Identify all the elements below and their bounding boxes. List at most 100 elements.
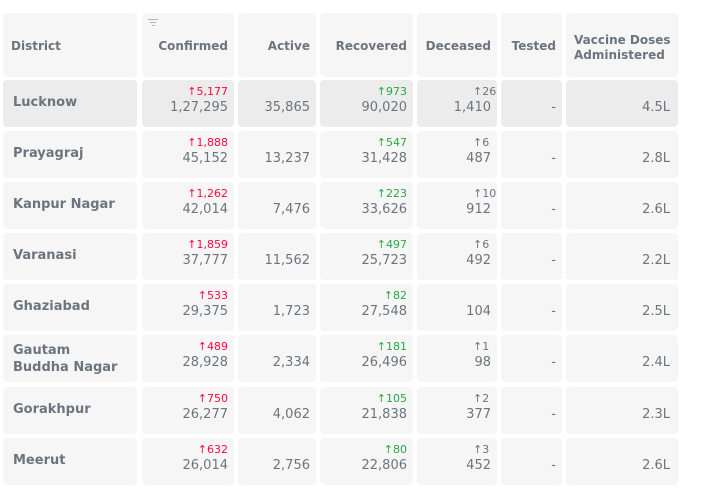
header-district-label: District	[11, 39, 61, 53]
vaccine-value: 2.6L	[642, 458, 670, 473]
tested-value: -	[551, 355, 556, 370]
district-cell[interactable]: Gautam Buddha Nagar	[3, 335, 137, 382]
confirmed-value: 1,27,295	[170, 100, 228, 115]
district-cell[interactable]: Kanpur Nagar	[3, 182, 137, 229]
tested-cell: -	[501, 284, 562, 331]
confirmed-delta: ↑5,177	[187, 85, 228, 98]
header-tested-label: Tested	[511, 39, 556, 53]
deceased-delta: ↑26	[473, 85, 497, 98]
recovered-delta: ↑82	[383, 289, 407, 302]
confirmed-value: 28,928	[182, 355, 229, 370]
recovered-delta: ↑497	[376, 238, 407, 251]
active-cell: 35,865	[238, 80, 316, 127]
recovered-value: 33,626	[361, 202, 408, 217]
vaccine-cell: 4.5L	[566, 80, 678, 127]
district-cell[interactable]: Varanasi	[3, 233, 137, 280]
confirmed-cell: ↑489 28,928	[142, 335, 234, 382]
deceased-value: 98	[474, 355, 491, 370]
district-cell[interactable]: Prayagraj	[3, 131, 137, 178]
active-value: 2,756	[272, 458, 310, 473]
district-name: Kanpur Nagar	[13, 197, 115, 212]
sort-icon[interactable]	[148, 19, 158, 27]
recovered-cell: ↑181 26,496	[320, 335, 413, 382]
vaccine-value: 2.2L	[642, 253, 670, 268]
active-cell: 11,562	[238, 233, 316, 280]
recovered-cell: ↑547 31,428	[320, 131, 413, 178]
header-tested[interactable]: Tested	[501, 13, 562, 77]
confirmed-cell: ↑1,888 45,152	[142, 131, 234, 178]
district-cell[interactable]: Gorakhpur	[3, 387, 137, 434]
district-name: Lucknow	[13, 95, 78, 110]
deceased-value: 487	[466, 151, 491, 166]
vaccine-value: 2.3L	[642, 407, 670, 422]
confirmed-cell: ↑5,177 1,27,295	[142, 80, 234, 127]
header-vaccine[interactable]: Vaccine Doses Administered	[566, 13, 678, 77]
confirmed-delta: ↑1,888	[187, 136, 228, 149]
vaccine-value: 2.8L	[642, 151, 670, 166]
district-cell[interactable]: Ghaziabad	[3, 284, 137, 331]
district-name: Gautam	[13, 343, 71, 358]
tested-cell: -	[501, 335, 562, 382]
recovered-delta: ↑973	[376, 85, 407, 98]
district-cell[interactable]: Lucknow	[3, 80, 137, 127]
vaccine-cell: 2.5L	[566, 284, 678, 331]
header-recovered[interactable]: Recovered	[320, 13, 413, 77]
district-name: Ghaziabad	[13, 299, 90, 314]
confirmed-cell: ↑1,859 37,777	[142, 233, 234, 280]
district-name: Gorakhpur	[13, 402, 91, 417]
vaccine-value: 2.4L	[642, 355, 670, 370]
deceased-value: 492	[466, 253, 491, 268]
deceased-value: 452	[466, 458, 491, 473]
active-value: 35,865	[264, 100, 311, 115]
deceased-delta: ↑6	[473, 238, 490, 251]
header-active[interactable]: Active	[238, 13, 316, 77]
header-vaccine-label-1: Vaccine Doses	[574, 33, 671, 47]
recovered-delta: ↑80	[383, 443, 407, 456]
tested-cell: -	[501, 182, 562, 229]
confirmed-value: 37,777	[182, 253, 229, 268]
recovered-cell: ↑223 33,626	[320, 182, 413, 229]
vaccine-value: 4.5L	[642, 100, 670, 115]
deceased-delta: ↑3	[473, 443, 490, 456]
district-name-line2: Buddha Nagar	[13, 360, 118, 375]
tested-cell: -	[501, 233, 562, 280]
tested-cell: -	[501, 80, 562, 127]
tested-value: -	[551, 202, 556, 217]
header-deceased-label: Deceased	[425, 39, 491, 53]
deceased-cell: 104	[417, 284, 497, 331]
deceased-value: 377	[466, 407, 491, 422]
district-cell[interactable]: Meerut	[3, 438, 137, 485]
deceased-cell: ↑3 452	[417, 438, 497, 485]
tested-cell: -	[501, 131, 562, 178]
confirmed-delta: ↑1,262	[187, 187, 228, 200]
recovered-delta: ↑223	[376, 187, 407, 200]
deceased-delta: ↑1	[473, 340, 490, 353]
recovered-delta: ↑105	[376, 392, 407, 405]
confirmed-value: 26,014	[182, 458, 229, 473]
header-confirmed-label: Confirmed	[158, 39, 228, 53]
recovered-value: 90,020	[361, 100, 408, 115]
header-deceased[interactable]: Deceased	[417, 13, 497, 77]
deceased-cell: ↑10 912	[417, 182, 497, 229]
deceased-delta: ↑6	[473, 136, 490, 149]
tested-value: -	[551, 253, 556, 268]
confirmed-cell: ↑750 26,277	[142, 387, 234, 434]
header-district[interactable]: District	[3, 13, 137, 77]
deceased-value: 104	[466, 304, 491, 319]
deceased-cell: ↑6 492	[417, 233, 497, 280]
active-cell: 2,756	[238, 438, 316, 485]
district-name: Prayagraj	[13, 146, 84, 161]
tested-value: -	[551, 304, 556, 319]
confirmed-cell: ↑533 29,375	[142, 284, 234, 331]
active-value: 13,237	[264, 151, 311, 166]
confirmed-delta: ↑750	[197, 392, 228, 405]
recovered-cell: ↑80 22,806	[320, 438, 413, 485]
vaccine-cell: 2.6L	[566, 182, 678, 229]
confirmed-value: 45,152	[182, 151, 229, 166]
district-table: District Confirmed Active Recovered Dece…	[0, 0, 704, 489]
active-value: 11,562	[264, 253, 311, 268]
confirmed-value: 29,375	[182, 304, 229, 319]
header-confirmed[interactable]: Confirmed	[142, 13, 234, 77]
recovered-cell: ↑497 25,723	[320, 233, 413, 280]
tested-cell: -	[501, 387, 562, 434]
